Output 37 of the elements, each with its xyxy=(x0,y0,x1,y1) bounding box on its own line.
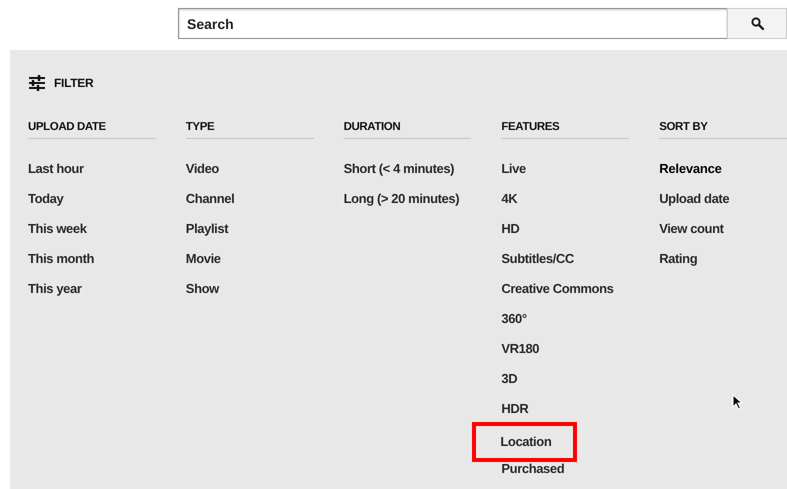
filter-option[interactable]: Last hour xyxy=(27,157,85,187)
column-heading: TYPE xyxy=(186,116,314,139)
filter-option[interactable]: Movie xyxy=(184,247,222,277)
search-button[interactable] xyxy=(727,8,787,39)
filter-option[interactable]: Purchased xyxy=(500,457,566,487)
filter-option[interactable]: This week xyxy=(27,217,88,247)
column-heading: FEATURES xyxy=(501,116,630,139)
filter-option[interactable]: Show xyxy=(184,277,220,307)
filter-option[interactable]: Channel xyxy=(184,187,236,217)
filter-option[interactable]: Live xyxy=(500,157,527,187)
filter-icon xyxy=(28,75,46,91)
filter-option[interactable]: HD xyxy=(500,217,520,247)
cursor-icon xyxy=(731,394,743,410)
filter-option[interactable]: This month xyxy=(27,247,96,277)
filter-option[interactable]: Video xyxy=(184,157,220,187)
filter-option[interactable]: HDR xyxy=(500,397,530,427)
column-heading: SORT BY xyxy=(659,116,787,139)
filter-option[interactable]: Relevance xyxy=(658,157,723,187)
filter-title[interactable]: FILTER xyxy=(54,76,94,90)
filter-option[interactable]: VR180 xyxy=(500,337,540,367)
search-icon xyxy=(750,17,764,30)
column-heading: UPLOAD DATE xyxy=(28,116,156,139)
column-heading: DURATION xyxy=(344,116,472,139)
filter-option[interactable]: Creative Commons xyxy=(500,277,614,307)
filter-option[interactable]: 4K xyxy=(500,187,518,217)
filter-option[interactable]: Today xyxy=(27,187,64,217)
filter-option[interactable]: Long (> 20 minutes) xyxy=(342,187,460,217)
filter-option[interactable]: View count xyxy=(658,217,725,247)
filter-option[interactable]: Upload date xyxy=(658,187,730,217)
filter-option[interactable]: This year xyxy=(27,277,82,307)
filter-option[interactable]: Short (< 4 minutes) xyxy=(342,157,456,187)
filter-option[interactable]: 3D xyxy=(500,367,518,397)
filter-option[interactable]: Playlist xyxy=(184,217,230,247)
search-field[interactable]: Search xyxy=(178,8,727,39)
filter-option[interactable]: Subtitles/CC xyxy=(500,247,575,277)
filter-option[interactable]: 360° xyxy=(500,307,528,337)
filter-option[interactable]: Rating xyxy=(658,247,698,277)
